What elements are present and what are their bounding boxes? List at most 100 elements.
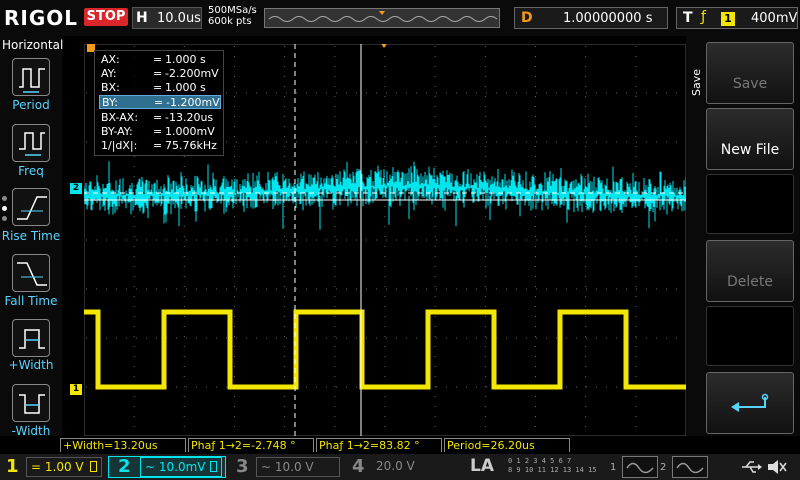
generator-1-number: 1	[610, 462, 617, 473]
grid-dot	[666, 288, 667, 290]
grid-dot	[326, 141, 327, 143]
grid-dot	[535, 266, 536, 267]
delay-box[interactable]: D 1.00000000 s	[514, 7, 668, 29]
positive-width-button[interactable]	[12, 319, 50, 357]
grid-dot	[334, 236, 336, 237]
channel-3-number[interactable]: 3	[236, 456, 249, 477]
grid-dot	[86, 92, 87, 94]
grid-dot	[576, 239, 577, 241]
generator-1-button[interactable]	[622, 456, 658, 478]
grid-dot	[183, 236, 185, 237]
grid-dot	[535, 306, 536, 307]
grid-dot	[626, 141, 627, 143]
grid-dot	[635, 336, 637, 337]
grid-dot	[585, 376, 587, 377]
grid-dot	[484, 386, 486, 387]
grid-dot	[576, 386, 577, 388]
negative-width-button[interactable]	[12, 384, 50, 422]
grid-dot	[384, 106, 386, 107]
grid-dot	[216, 288, 217, 290]
grid-dot	[384, 156, 386, 157]
save-button[interactable]: Save	[706, 42, 794, 104]
grid-dot	[484, 296, 486, 297]
channel-4-number[interactable]: 4	[352, 456, 365, 477]
grid-dot	[376, 337, 377, 339]
grid-dot	[484, 366, 486, 367]
grid-dot	[334, 166, 336, 167]
grid-dot	[436, 141, 437, 143]
channel-2-number[interactable]: 2	[118, 456, 131, 477]
logic-analyzer-label[interactable]: LA	[470, 456, 494, 476]
measurement-phase-rise[interactable]: Phaƒ 1→2=-2.748 °	[188, 438, 314, 452]
empty-softkey	[706, 174, 794, 234]
grid-dot	[535, 276, 536, 277]
grid-dot	[86, 386, 87, 388]
sine-wave-icon	[676, 462, 704, 474]
grid-dot	[183, 226, 185, 227]
grid-dot	[126, 288, 127, 290]
grid-dot	[535, 66, 536, 67]
measurement-period[interactable]: Period=26.20us	[444, 438, 570, 452]
rise-time-button[interactable]	[12, 188, 50, 226]
grid-dot	[676, 239, 677, 241]
grid-dot	[484, 116, 486, 117]
grid-dot	[434, 116, 436, 117]
grid-dot	[484, 106, 486, 107]
grid-dot	[535, 286, 536, 287]
delete-button[interactable]: Delete	[706, 240, 794, 302]
run-stop-indicator[interactable]: STOP	[84, 8, 128, 26]
speaker-muted-icon[interactable]	[766, 458, 788, 476]
timebase-box[interactable]: H 10.0us	[132, 7, 202, 29]
grid-dot	[356, 239, 357, 241]
grid-dot	[666, 337, 667, 339]
grid-dot	[384, 226, 386, 227]
trigger-box[interactable]: T ƒ 1 400mV	[676, 7, 798, 29]
grid-dot	[234, 406, 235, 407]
period-button[interactable]	[12, 58, 50, 96]
logic-analyzer-bits: 0 1 2 3 4 5 6 7 8 9 10 11 12 13 14 15	[508, 457, 600, 477]
grid-dot	[556, 288, 557, 290]
measurement-positive-width[interactable]: +Width=13.20us	[60, 438, 186, 452]
channel-4-scale-box[interactable]: 20.0 V	[372, 457, 458, 477]
measurement-phase-fall[interactable]: Phaƒ 1→2=83.82 °	[316, 438, 442, 452]
grid-dot	[676, 288, 677, 290]
grid-dot	[456, 288, 457, 290]
channel-2-marker[interactable]: 2	[70, 183, 82, 194]
grid-dot	[484, 416, 486, 417]
grid-dot	[133, 316, 135, 317]
grid-dot	[306, 92, 307, 94]
channel-1-number[interactable]: 1	[6, 456, 19, 477]
grid-dot	[356, 337, 357, 339]
return-button[interactable]	[706, 372, 794, 434]
cursor-row-by-selected[interactable]: BY: = -1.200mV	[99, 95, 221, 109]
channel-3-scale-box[interactable]: ~ 10.0 V	[256, 457, 340, 477]
grid-dot	[146, 288, 147, 290]
channel-1-marker[interactable]: 1	[70, 384, 82, 395]
grid-dot	[526, 92, 527, 94]
grid-dot	[296, 141, 297, 143]
grid-dot	[635, 136, 637, 137]
grid-dot	[585, 356, 587, 357]
grid-dot	[334, 266, 336, 267]
grid-dot	[606, 141, 607, 143]
grid-dot	[334, 116, 336, 117]
grid-dot	[234, 346, 235, 347]
grid-dot	[635, 86, 637, 87]
grid-dot	[284, 356, 286, 357]
grid-dot	[426, 92, 427, 94]
channel-2-scale-box[interactable]: ~ 10.0mV	[140, 457, 222, 477]
negative-width-icon	[19, 394, 45, 414]
generator-2-button[interactable]	[672, 456, 708, 478]
grid-dot	[635, 176, 637, 177]
grid-dot	[334, 46, 336, 47]
fall-time-button[interactable]	[12, 254, 50, 292]
memory-overview-bar	[264, 8, 500, 28]
channel-1-scale-box[interactable]: = 1.00 V	[26, 457, 102, 477]
new-file-button[interactable]: New File	[706, 108, 794, 170]
grid-dot	[535, 116, 536, 117]
grid-dot	[133, 396, 135, 397]
grid-dot	[386, 337, 387, 339]
grid-dot	[284, 56, 286, 57]
freq-button[interactable]	[12, 124, 50, 162]
grid-dot	[484, 306, 486, 307]
